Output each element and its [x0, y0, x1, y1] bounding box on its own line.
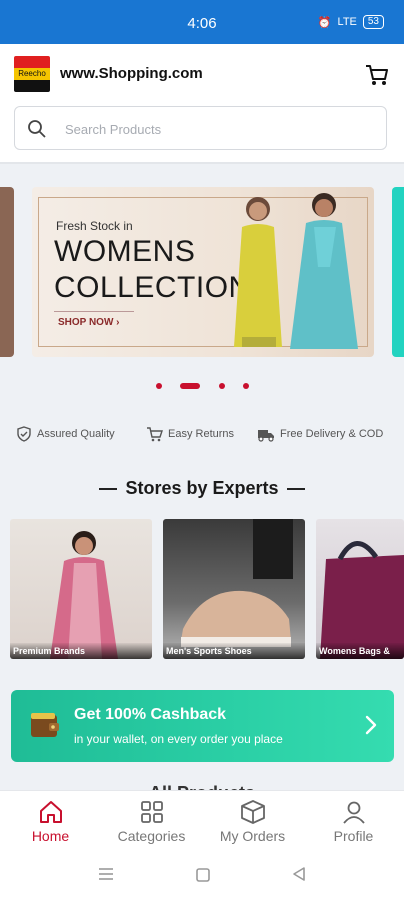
- banner-heading-line1: WOMENS: [54, 235, 196, 268]
- carousel-dot[interactable]: [243, 383, 249, 389]
- cart-button[interactable]: [364, 62, 390, 88]
- feature-label: Free Delivery & COD: [280, 428, 384, 440]
- cart-return-icon: [147, 427, 163, 442]
- recents-menu-icon[interactable]: [97, 866, 115, 882]
- banner-divider: [54, 311, 134, 312]
- nav-categories[interactable]: Categories: [101, 791, 202, 849]
- shop-now-link[interactable]: SHOP NOW ›: [58, 317, 119, 328]
- wallet-icon: [31, 713, 59, 737]
- feature-easy-returns: Easy Returns: [146, 426, 234, 442]
- carousel-dot[interactable]: [156, 383, 162, 389]
- banner-prev-slide[interactable]: [0, 187, 14, 357]
- site-title: www.Shopping.com: [60, 65, 203, 82]
- status-bar: 4:06 ⏰ LTE 53: [0, 0, 404, 44]
- home-square-icon[interactable]: [195, 867, 211, 883]
- store-image: [320, 541, 404, 659]
- status-icons: ⏰ LTE 53: [318, 15, 384, 29]
- banner-subtitle: Fresh Stock in: [56, 219, 133, 233]
- nav-my-orders[interactable]: My Orders: [202, 791, 303, 849]
- search-input[interactable]: Search Products: [14, 106, 387, 150]
- nav-label: Categories: [117, 828, 186, 844]
- home-icon: [40, 801, 62, 823]
- store-card-womens-bags[interactable]: Womens Bags &: [316, 519, 404, 659]
- nav-label: Profile: [333, 828, 374, 844]
- chevron-right-icon: [365, 715, 377, 735]
- brand-logo[interactable]: Reecho: [14, 56, 50, 92]
- cashback-banner[interactable]: Get 100% Cashback in your wallet, on eve…: [11, 690, 394, 762]
- carousel-dot-active[interactable]: [180, 383, 200, 389]
- nav-label: Home: [31, 828, 70, 844]
- feature-free-delivery: Free Delivery & COD: [257, 426, 383, 442]
- app-header: Reecho www.Shopping.com Search Products: [0, 44, 404, 164]
- nav-home[interactable]: Home: [0, 791, 101, 849]
- store-card-label: Womens Bags &: [316, 643, 404, 659]
- logo-text: Reecho: [14, 68, 50, 80]
- bottom-navigation: Home Categories My Orders Profile: [0, 790, 404, 848]
- feature-assured-quality: Assured Quality: [16, 426, 115, 442]
- system-navigation-bar: [0, 848, 404, 900]
- feature-label: Assured Quality: [37, 428, 115, 440]
- battery-icon: 53: [362, 15, 384, 29]
- alarm-icon: ⏰: [317, 16, 332, 29]
- banner-next-slide[interactable]: [392, 187, 404, 357]
- shield-check-icon: [17, 426, 31, 442]
- feature-strip: Assured Quality Easy Returns Free Delive…: [16, 426, 396, 446]
- store-image: [50, 531, 118, 659]
- grid-icon: [141, 801, 163, 823]
- person-icon: [343, 801, 365, 824]
- store-card-label: Premium Brands: [10, 643, 152, 659]
- stores-title-text: Stores by Experts: [125, 478, 279, 498]
- carousel-indicators: [0, 380, 404, 392]
- banner-heading-line2: COLLECTION: [54, 271, 251, 304]
- store-card-premium-brands[interactable]: Premium Brands: [10, 519, 152, 659]
- store-image: [181, 519, 293, 647]
- banner-slide[interactable]: Fresh Stock in WOMENS COLLECTION SHOP NO…: [32, 187, 374, 357]
- stores-section-title: Stores by Experts: [0, 478, 404, 499]
- banner-models-image: [234, 193, 358, 349]
- truck-icon: [258, 430, 274, 442]
- signal-icon: LTE: [337, 16, 357, 28]
- nav-label: My Orders: [219, 828, 286, 844]
- back-triangle-icon[interactable]: [291, 866, 307, 882]
- store-card-mens-sports-shoes[interactable]: Men's Sports Shoes: [163, 519, 305, 659]
- cashback-title: Get 100% Cashback: [74, 706, 227, 723]
- carousel-dot[interactable]: [219, 383, 225, 389]
- cart-icon: [366, 65, 388, 85]
- cashback-subtitle: in your wallet, on every order you place: [74, 732, 283, 746]
- search-icon: [28, 120, 46, 138]
- store-card-label: Men's Sports Shoes: [163, 643, 305, 659]
- box-icon: [241, 800, 265, 824]
- nav-profile[interactable]: Profile: [303, 791, 404, 849]
- feature-label: Easy Returns: [168, 428, 235, 440]
- search-placeholder: Search Products: [65, 122, 162, 137]
